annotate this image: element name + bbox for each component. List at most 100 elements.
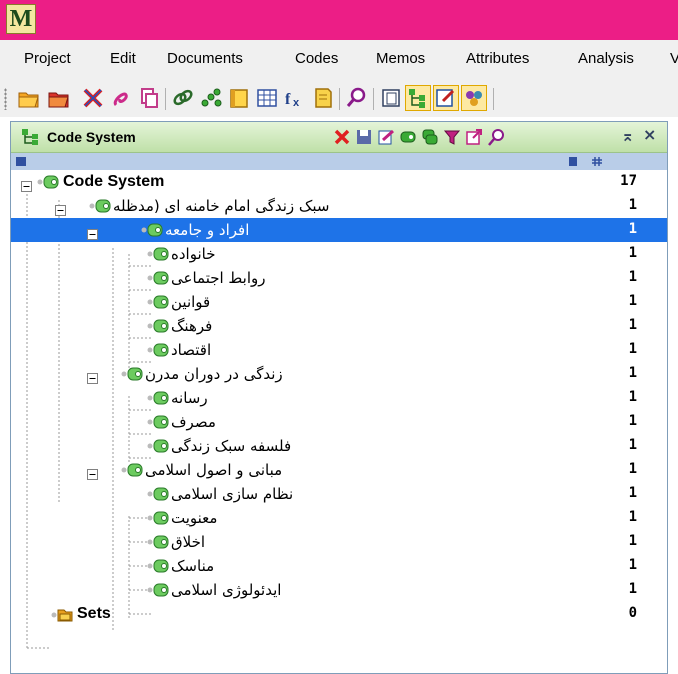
tree-row-count: 1 (628, 485, 637, 501)
tree-row-label: زندگی در دوران مدرن (145, 365, 283, 383)
tree-row-label: اقتصاد (171, 341, 212, 359)
save-icon[interactable] (355, 128, 373, 146)
tree-row-label: فلسفه سبک زندگی (171, 437, 292, 455)
code-tree: Code System 17 سبک زندگی امام خامنه ای (مد… (11, 170, 667, 673)
folder-open-icon[interactable] (16, 85, 42, 111)
menu-bar: Project Edit Documents Codes Memos Attri… (0, 40, 678, 80)
code-icon (147, 582, 169, 602)
export-icon[interactable] (465, 128, 483, 146)
tree-row-count: 1 (628, 317, 637, 333)
code-tree-icon[interactable] (405, 85, 431, 111)
tree-row[interactable]: اخلاق 1 (11, 530, 667, 554)
svg-text:x: x (293, 97, 300, 109)
app-logo-icon: M (6, 4, 36, 34)
cross-icon[interactable] (333, 128, 351, 146)
tree-row[interactable]: قوانین 1 (11, 290, 667, 314)
tree-row-count: 1 (628, 269, 637, 285)
tree-row-label: Sets (77, 605, 111, 622)
tree-row-label: ایدئولوژی اسلامی (171, 581, 282, 599)
tree-row[interactable]: زندگی در دوران مدرن 1 (11, 362, 667, 386)
code-icon (147, 246, 169, 266)
tree-row[interactable]: خانواده 1 (11, 242, 667, 266)
tree-row-count: 1 (628, 461, 637, 477)
tree-row[interactable]: اقتصاد 1 (11, 338, 667, 362)
tree-root-row[interactable]: Code System 17 (11, 170, 667, 194)
tree-row[interactable]: مناسک 1 (11, 554, 667, 578)
pin-icon[interactable]: ⌅ (621, 126, 634, 145)
tree-row-count: 1 (628, 557, 637, 573)
search-icon[interactable] (344, 85, 370, 111)
tree-row-label: روابط اجتماعی (171, 269, 266, 287)
code-icon (147, 342, 169, 362)
menu-overflow[interactable]: V (670, 50, 678, 67)
tree-row-count: 1 (628, 245, 637, 261)
table-icon[interactable] (254, 85, 280, 111)
search-icon[interactable] (487, 128, 505, 146)
svg-text:f: f (285, 91, 291, 108)
tree-row-count: 1 (628, 221, 637, 237)
menu-codes[interactable]: Codes (295, 50, 338, 67)
tree-row-label: رسانه (171, 389, 208, 407)
function-icon[interactable]: fx (282, 85, 308, 111)
codes-icon[interactable] (421, 128, 439, 146)
toolbar-grip[interactable] (4, 88, 7, 110)
copy-icon[interactable] (136, 85, 162, 111)
expand-all-icon[interactable] (15, 156, 27, 167)
sets-folder-icon (51, 606, 73, 626)
window-icon[interactable] (378, 85, 404, 111)
tree-row-label: مناسک (171, 557, 215, 575)
menu-attributes[interactable]: Attributes (466, 50, 529, 67)
tree-row[interactable]: مبانی و اصول اسلامی 1 (11, 458, 667, 482)
tree-row-label: سبک زندگی امام خامنه ای (مدظله (113, 197, 330, 215)
code-tree-icon (22, 129, 38, 145)
document-icon[interactable] (226, 85, 252, 111)
tree-row-count: 17 (620, 173, 637, 189)
folder-red-icon[interactable] (46, 85, 72, 111)
code-icon (147, 318, 169, 338)
hash-icon[interactable] (591, 156, 603, 167)
edit-icon[interactable] (377, 128, 395, 146)
tree-row-label: معنویت (171, 509, 218, 527)
link-icon[interactable] (170, 85, 196, 111)
menu-documents[interactable]: Documents (167, 50, 243, 67)
memo-icon[interactable] (310, 85, 336, 111)
tree-row-label: مصرف (171, 413, 216, 431)
tree-row[interactable]: نظام سازی اسلامی 1 (11, 482, 667, 506)
tree-row[interactable]: سبک زندگی امام خامنه ای (مدظله 1 (11, 194, 667, 218)
tree-row-label: خانواده (171, 245, 216, 263)
tree-row[interactable]: فلسفه سبک زندگی 1 (11, 434, 667, 458)
tree-row[interactable]: روابط اجتماعی 1 (11, 266, 667, 290)
tree-row[interactable]: افراد و جامعه 1 (11, 218, 667, 242)
tree-sets-row[interactable]: Sets 0 (11, 602, 667, 626)
code-icon (147, 486, 169, 506)
code-icon (121, 462, 143, 482)
tree-row-count: 1 (628, 509, 637, 525)
tree-row-count: 1 (628, 533, 637, 549)
tree-row[interactable]: معنویت 1 (11, 506, 667, 530)
filter-icon[interactable] (443, 128, 461, 146)
column-header[interactable] (11, 153, 667, 170)
close-icon[interactable]: × (643, 125, 656, 144)
tree-row[interactable]: رسانه 1 (11, 386, 667, 410)
menu-analysis[interactable]: Analysis (578, 50, 634, 67)
menu-memos[interactable]: Memos (376, 50, 425, 67)
tree-row[interactable]: ایدئولوژی اسلامی 1 (11, 578, 667, 602)
edit-icon[interactable] (433, 85, 459, 111)
tree-row[interactable]: فرهنگ 1 (11, 314, 667, 338)
tags-icon[interactable] (461, 85, 487, 111)
column-toggle-icon[interactable] (567, 156, 579, 167)
code-icon[interactable] (399, 128, 417, 146)
code-network-icon[interactable] (198, 85, 224, 111)
menu-project[interactable]: Project (24, 50, 71, 67)
cross-icon[interactable] (80, 85, 106, 111)
tree-row[interactable]: مصرف 1 (11, 410, 667, 434)
code-system-icon (37, 174, 59, 194)
document-link-icon[interactable] (108, 85, 134, 111)
code-icon (147, 534, 169, 554)
panel-title: Code System (47, 129, 136, 145)
tree-row-label: اخلاق (171, 533, 206, 551)
menu-edit[interactable]: Edit (110, 50, 136, 67)
toolbar: fx (0, 80, 678, 117)
tree-row-count: 1 (628, 365, 637, 381)
code-icon (147, 558, 169, 578)
